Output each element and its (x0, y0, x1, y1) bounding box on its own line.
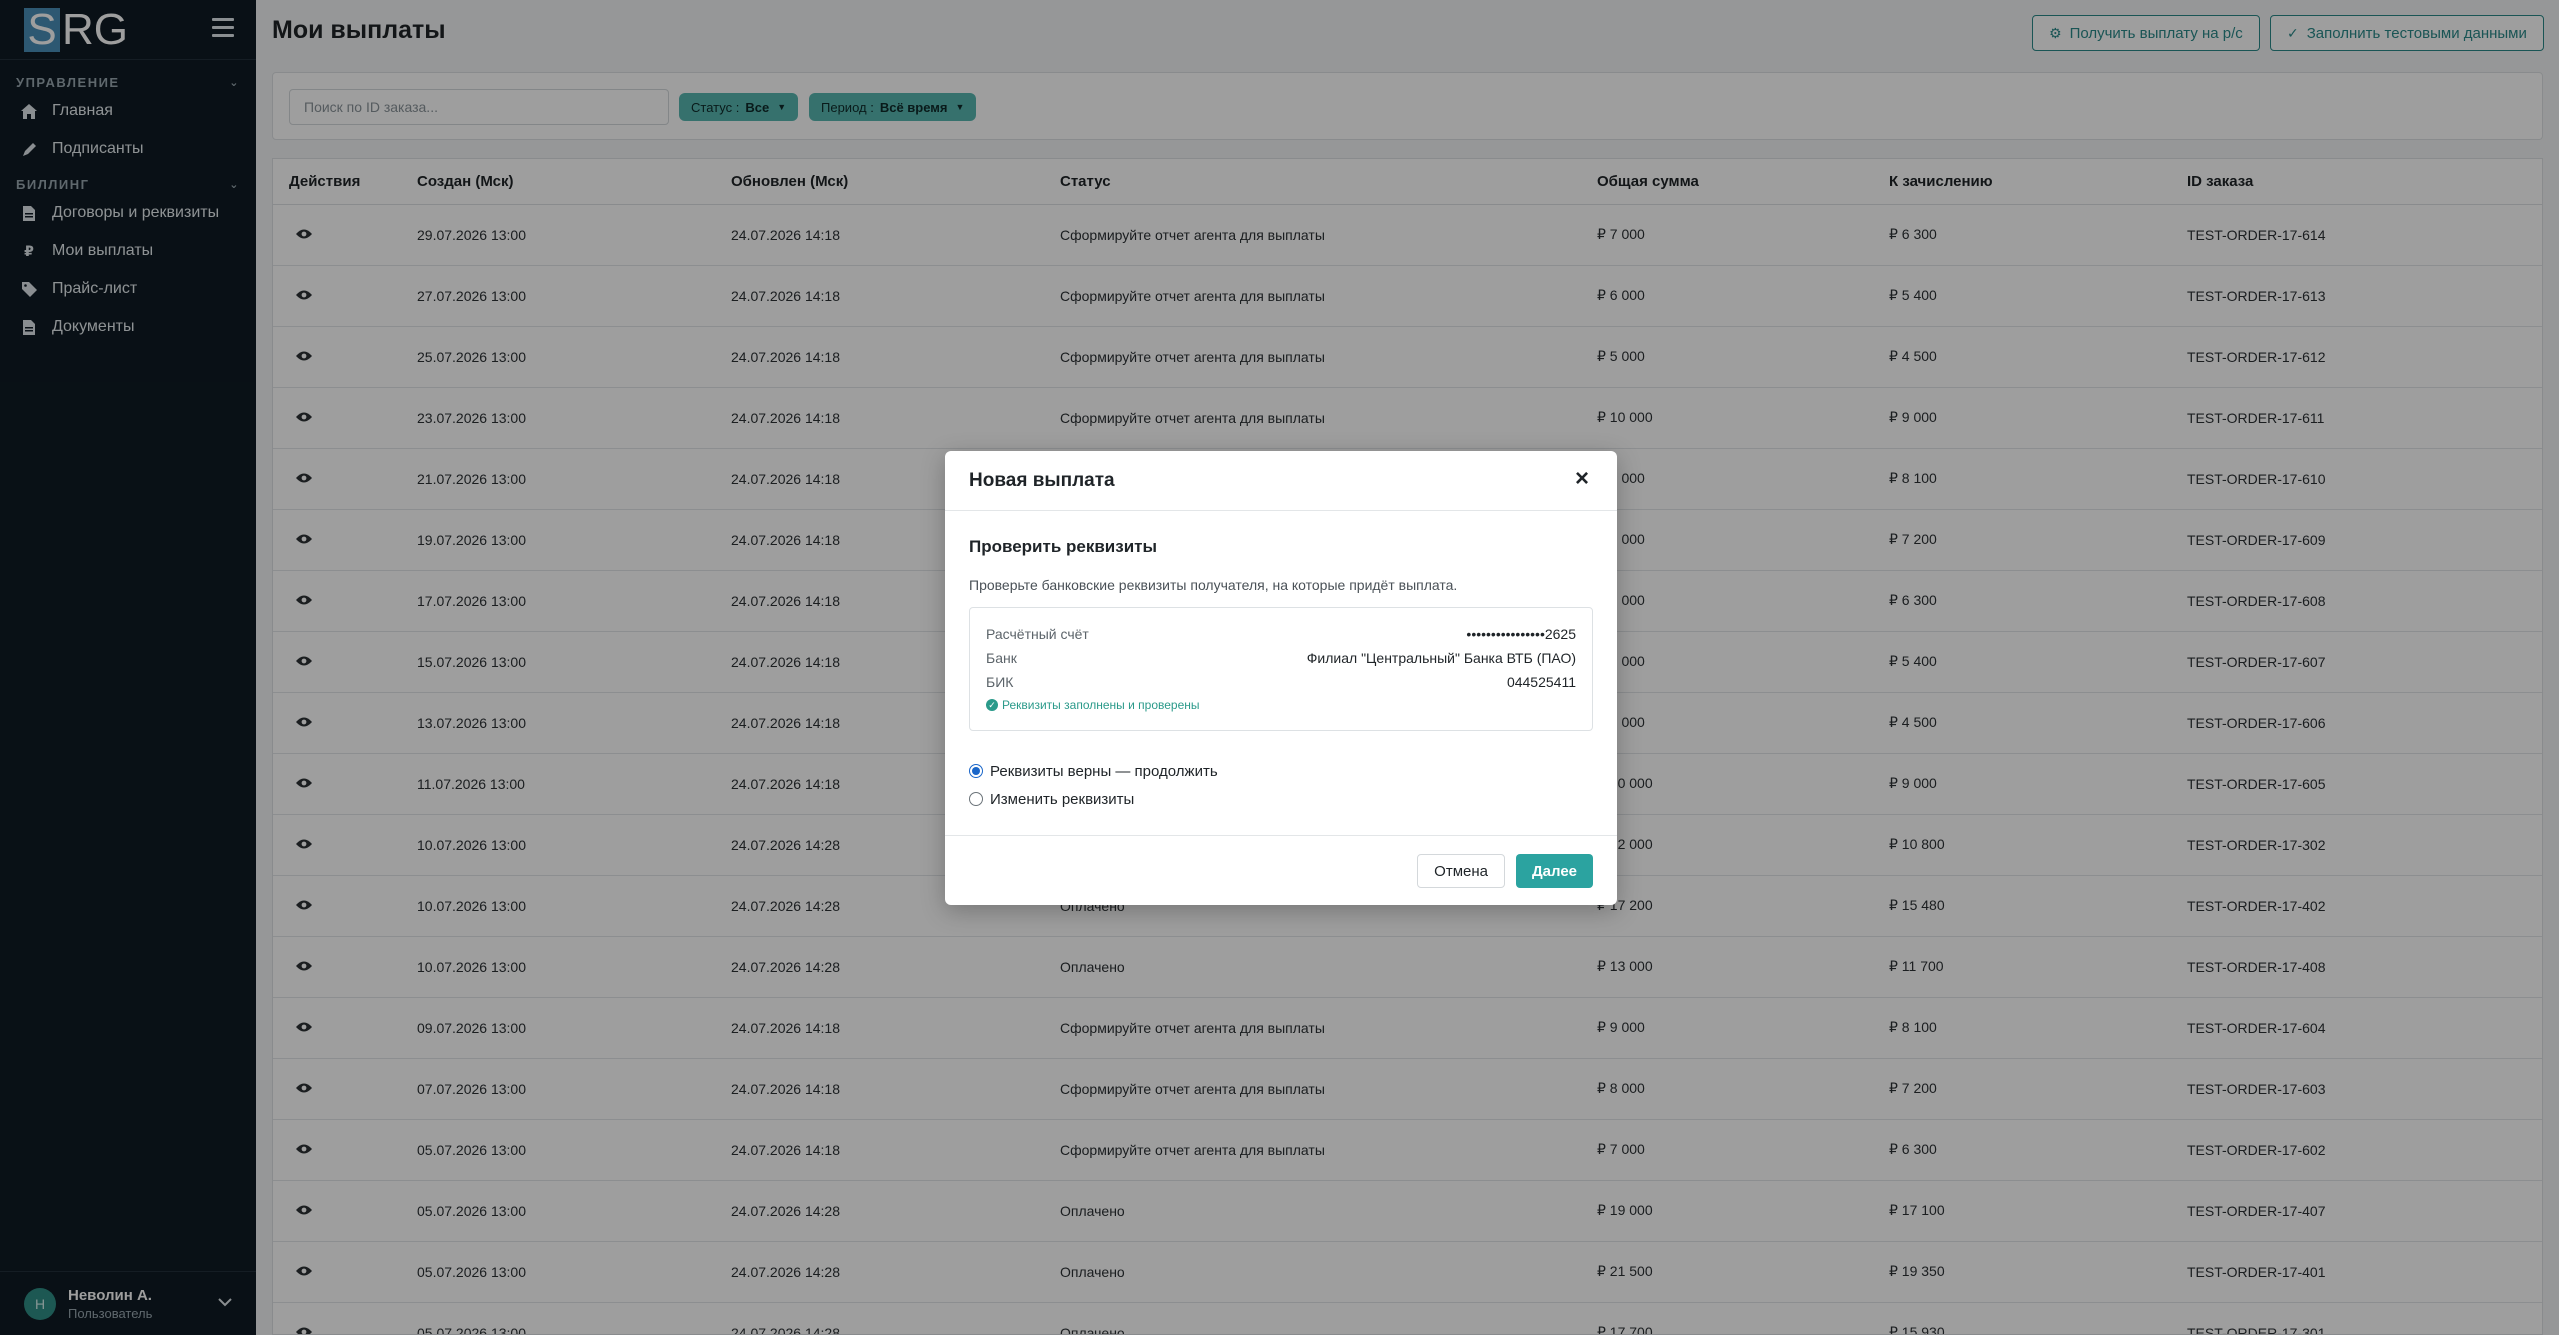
modal-description: Проверьте банковские реквизиты получател… (969, 577, 1458, 593)
radio-button-checked[interactable] (969, 764, 983, 778)
bik-row: БИК 044525411 (986, 670, 1576, 694)
modal-body: Проверить реквизиты Проверьте банковские… (945, 511, 1617, 813)
verified-text: Реквизиты заполнены и проверены (1002, 698, 1200, 712)
verified-status: ✓ Реквизиты заполнены и проверены (986, 698, 1576, 712)
modal-title: Новая выплата (969, 469, 1115, 491)
bik-value: 044525411 (1506, 674, 1576, 690)
requisites-options: Реквизиты верны — продолжить Изменить ре… (969, 757, 1593, 813)
check-circle-icon: ✓ (986, 699, 998, 711)
radio-change-label: Изменить реквизиты (990, 790, 1135, 808)
account-value: ••••••••••••••••2625 (1466, 626, 1576, 642)
bank-row: Банк Филиал "Центральный" Банка ВТБ (ПАО… (986, 646, 1576, 670)
modal-header: Новая выплата × (945, 451, 1617, 511)
bik-label: БИК (986, 674, 1014, 690)
modal-subtitle: Проверить реквизиты (969, 537, 1157, 556)
modal-footer: Отмена Далее (945, 835, 1617, 905)
bank-value: Филиал "Центральный" Банка ВТБ (ПАО) (1306, 650, 1576, 666)
account-label: Расчётный счёт (986, 626, 1089, 642)
radio-continue-label: Реквизиты верны — продолжить (990, 762, 1218, 780)
radio-continue[interactable]: Реквизиты верны — продолжить (969, 757, 1593, 785)
next-button[interactable]: Далее (1515, 854, 1593, 888)
radio-button[interactable] (969, 792, 983, 806)
requisites-box: Расчётный счёт ••••••••••••••••2625 Банк… (969, 607, 1593, 731)
radio-change[interactable]: Изменить реквизиты (969, 785, 1593, 813)
cancel-button[interactable]: Отмена (1417, 854, 1505, 888)
bank-label: Банк (986, 650, 1017, 666)
new-payout-modal: Новая выплата × Проверить реквизиты Пров… (945, 451, 1617, 905)
close-icon[interactable]: × (1571, 467, 1593, 491)
account-row: Расчётный счёт ••••••••••••••••2625 (986, 622, 1576, 646)
